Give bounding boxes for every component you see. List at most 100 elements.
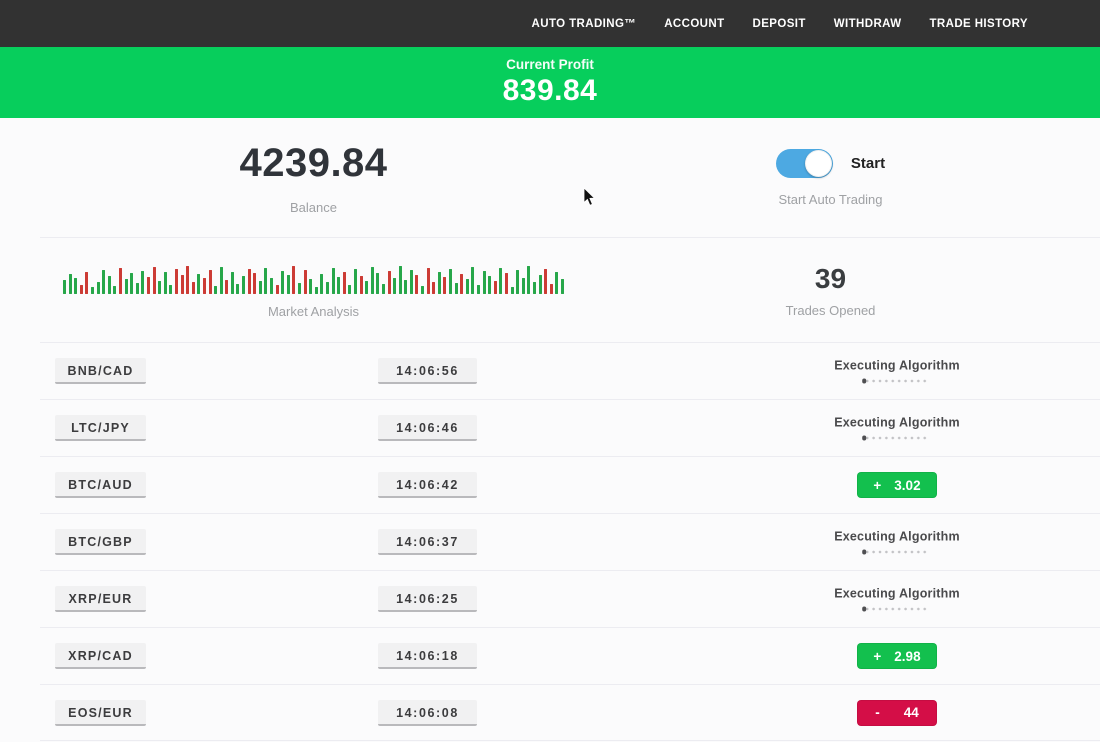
chart-bar: [404, 280, 407, 294]
trade-row: EOS/EUR 14:06:08 - 44: [40, 684, 1100, 741]
chart-bar: [483, 271, 486, 294]
top-nav: AUTO TRADING™ ACCOUNT DEPOSIT WITHDRAW T…: [0, 0, 1100, 47]
chart-bar: [276, 285, 279, 294]
chart-bar: [522, 278, 525, 294]
chart-bar: [343, 272, 346, 294]
current-profit-value: 839.84: [503, 74, 598, 108]
chart-bar: [555, 272, 558, 294]
chart-bar: [175, 269, 178, 294]
chart-bar: [181, 275, 184, 294]
chart-bar: [203, 278, 206, 294]
chart-bar: [102, 270, 105, 294]
progress-dots-icon: [865, 436, 929, 441]
chart-bar: [371, 267, 374, 294]
profit-value: 3.02: [894, 478, 920, 493]
time-chip: 14:06:46: [378, 415, 477, 441]
balance-value: 4239.84: [239, 141, 387, 186]
profit-badge: + 3.02: [857, 472, 937, 498]
chart-bar: [527, 266, 530, 294]
progress-dots-icon: [865, 379, 929, 384]
chart-bar: [192, 282, 195, 294]
chart-bar: [169, 285, 172, 294]
chart-bar: [231, 272, 234, 294]
auto-trading-toggle[interactable]: [776, 149, 833, 178]
chart-bar: [209, 270, 212, 294]
chart-bar: [544, 269, 547, 294]
chart-bar: [455, 283, 458, 294]
chart-bar: [315, 287, 318, 294]
pair-chip: BTC/AUD: [55, 472, 146, 498]
pair-chip: LTC/JPY: [55, 415, 146, 441]
nav-item-withdraw[interactable]: WITHDRAW: [834, 18, 902, 30]
time-chip: 14:06:08: [378, 700, 477, 726]
chart-bar: [449, 269, 452, 294]
chart-bar: [354, 269, 357, 294]
chart-bar: [80, 285, 83, 294]
progress-dots-icon: [865, 607, 929, 612]
trade-status: Executing Algorithm: [834, 530, 960, 555]
executing-algorithm-label: Executing Algorithm: [834, 416, 960, 430]
chart-bar: [550, 284, 553, 294]
pair-chip: BTC/GBP: [55, 529, 146, 555]
chart-bar: [130, 273, 133, 294]
chart-bar: [220, 267, 223, 294]
chart-bar: [539, 275, 542, 294]
executing-algorithm-label: Executing Algorithm: [834, 359, 960, 373]
nav-item-deposit[interactable]: DEPOSIT: [753, 18, 806, 30]
executing-algorithm-label: Executing Algorithm: [834, 587, 960, 601]
trade-row: XRP/EUR 14:06:25 Executing Algorithm: [40, 570, 1100, 627]
nav-item-trade-history[interactable]: TRADE HISTORY: [930, 18, 1029, 30]
chart-bar: [427, 268, 430, 294]
chart-bar: [466, 279, 469, 294]
toggle-knob-icon: [805, 150, 832, 177]
nav-item-account[interactable]: ACCOUNT: [664, 18, 724, 30]
chart-bar: [91, 287, 94, 294]
chart-bar: [516, 270, 519, 294]
chart-bar: [505, 273, 508, 294]
chart-bar: [332, 268, 335, 294]
chart-bar: [214, 286, 217, 294]
current-profit-banner: Current Profit 839.84: [0, 47, 1100, 118]
chart-bar: [320, 274, 323, 294]
chart-bar: [360, 276, 363, 294]
chart-bar: [136, 283, 139, 294]
pair-chip: BNB/CAD: [55, 358, 146, 384]
trades-opened-block: 39 Trades Opened: [627, 238, 1034, 342]
chart-bar: [477, 285, 480, 294]
chart-bar: [141, 271, 144, 294]
chart-bar: [494, 281, 497, 294]
trade-row: BNB/CAD 14:06:56 Executing Algorithm: [40, 342, 1100, 399]
chart-bar: [248, 269, 251, 294]
chart-bar: [365, 281, 368, 294]
pair-chip: EOS/EUR: [55, 700, 146, 726]
chart-bar: [421, 286, 424, 294]
current-profit-label: Current Profit: [506, 57, 594, 72]
market-analysis-label: Market Analysis: [268, 304, 359, 319]
trade-row: BTC/GBP 14:06:37 Executing Algorithm: [40, 513, 1100, 570]
nav-item-auto-trading[interactable]: AUTO TRADING™: [532, 18, 637, 30]
profit-value: 2.98: [894, 649, 920, 664]
trades-opened-label: Trades Opened: [786, 303, 876, 318]
trade-row: LTC/JPY 14:06:46 Executing Algorithm: [40, 399, 1100, 456]
loss-value: 44: [904, 705, 919, 720]
pair-chip: XRP/EUR: [55, 586, 146, 612]
chart-bar: [292, 266, 295, 294]
profit-sign: +: [873, 649, 881, 664]
chart-bar: [158, 281, 161, 294]
time-chip: 14:06:25: [378, 586, 477, 612]
toggle-label: Start: [851, 155, 885, 172]
chart-bar: [415, 275, 418, 294]
chart-bar: [236, 284, 239, 294]
market-analysis-chart: [63, 261, 564, 294]
chart-bar: [382, 284, 385, 294]
balance-section: 4239.84 Balance Start Start Auto Trading: [0, 118, 1100, 237]
chart-bar: [337, 277, 340, 294]
chart-bar: [242, 276, 245, 294]
chart-bar: [113, 286, 116, 294]
chart-bar: [74, 278, 77, 294]
trade-status: Executing Algorithm: [834, 359, 960, 384]
trade-status: + 2.98: [857, 643, 937, 669]
chart-bar: [432, 282, 435, 294]
chart-bar: [85, 272, 88, 294]
chart-bar: [393, 278, 396, 294]
